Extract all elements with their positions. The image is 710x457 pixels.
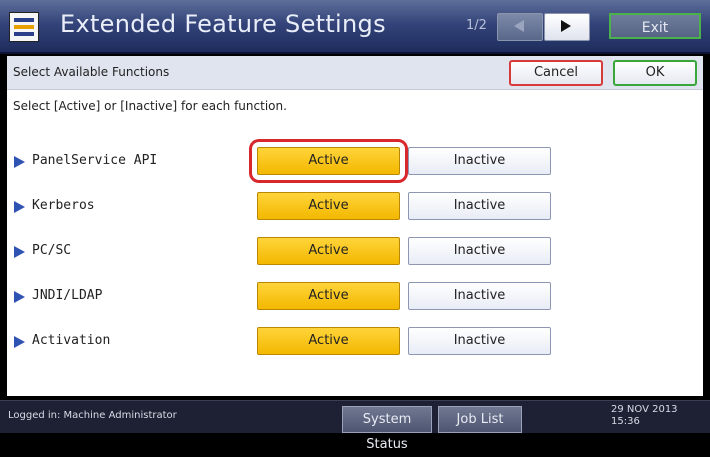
page-title: Extended Feature Settings bbox=[60, 10, 386, 38]
function-label: Activation bbox=[32, 333, 111, 348]
title-bar: Extended Feature Settings 1/2 Exit bbox=[0, 0, 710, 54]
time-display: 15:36 bbox=[611, 416, 640, 427]
triangle-right-icon bbox=[561, 20, 571, 32]
triangle-right-bullet-icon bbox=[14, 291, 25, 303]
system-status-button[interactable]: System Status bbox=[342, 406, 432, 452]
login-status: Logged in: Machine Administrator bbox=[8, 410, 177, 421]
next-page-button[interactable] bbox=[544, 13, 590, 41]
cancel-button[interactable]: Cancel bbox=[509, 60, 603, 86]
inactive-button[interactable]: Inactive bbox=[408, 327, 551, 355]
function-label: PanelService API bbox=[32, 153, 158, 168]
page-indicator: 1/2 bbox=[466, 18, 487, 33]
previous-page-button[interactable] bbox=[497, 13, 543, 41]
triangle-right-bullet-icon bbox=[14, 246, 25, 258]
function-row-kerberos: Kerberos Active Inactive bbox=[7, 190, 703, 224]
active-button[interactable]: Active bbox=[257, 237, 400, 265]
date-display: 29 NOV 2013 bbox=[611, 404, 678, 415]
inactive-button[interactable]: Inactive bbox=[408, 237, 551, 265]
section-label: Select Available Functions bbox=[13, 65, 170, 79]
triangle-right-bullet-icon bbox=[14, 156, 25, 168]
extended-feature-icon bbox=[9, 12, 39, 42]
inactive-button[interactable]: Inactive bbox=[408, 282, 551, 310]
ok-button[interactable]: OK bbox=[613, 60, 697, 86]
triangle-right-bullet-icon bbox=[14, 336, 25, 348]
instruction-text: Select [Active] or [Inactive] for each f… bbox=[13, 99, 287, 113]
function-label: PC/SC bbox=[32, 243, 72, 258]
inactive-button[interactable]: Inactive bbox=[408, 192, 551, 220]
function-label: JNDI/LDAP bbox=[32, 288, 103, 303]
function-row-panelservice-api: PanelService API Active Inactive bbox=[7, 139, 703, 183]
function-row-jndi-ldap: JNDI/LDAP Active Inactive bbox=[7, 280, 703, 314]
triangle-right-bullet-icon bbox=[14, 201, 25, 213]
section-header: Select Available Functions Cancel OK bbox=[7, 56, 703, 90]
function-row-activation: Activation Active Inactive bbox=[7, 325, 703, 359]
active-button[interactable]: Active bbox=[257, 192, 400, 220]
status-bar: Logged in: Machine Administrator System … bbox=[0, 400, 710, 452]
triangle-left-icon bbox=[514, 20, 524, 32]
active-button[interactable]: Active bbox=[257, 282, 400, 310]
exit-button[interactable]: Exit bbox=[609, 13, 701, 39]
active-button[interactable]: Active bbox=[257, 327, 400, 355]
inactive-button[interactable]: Inactive bbox=[408, 147, 551, 175]
function-label: Kerberos bbox=[32, 198, 95, 213]
function-row-pc-sc: PC/SC Active Inactive bbox=[7, 235, 703, 269]
job-list-button[interactable]: Job List bbox=[438, 406, 522, 433]
settings-panel: Select Available Functions Cancel OK Sel… bbox=[7, 56, 703, 396]
date-time: 29 NOV 2013 15:36 bbox=[611, 404, 678, 428]
active-button[interactable]: Active bbox=[249, 139, 408, 183]
